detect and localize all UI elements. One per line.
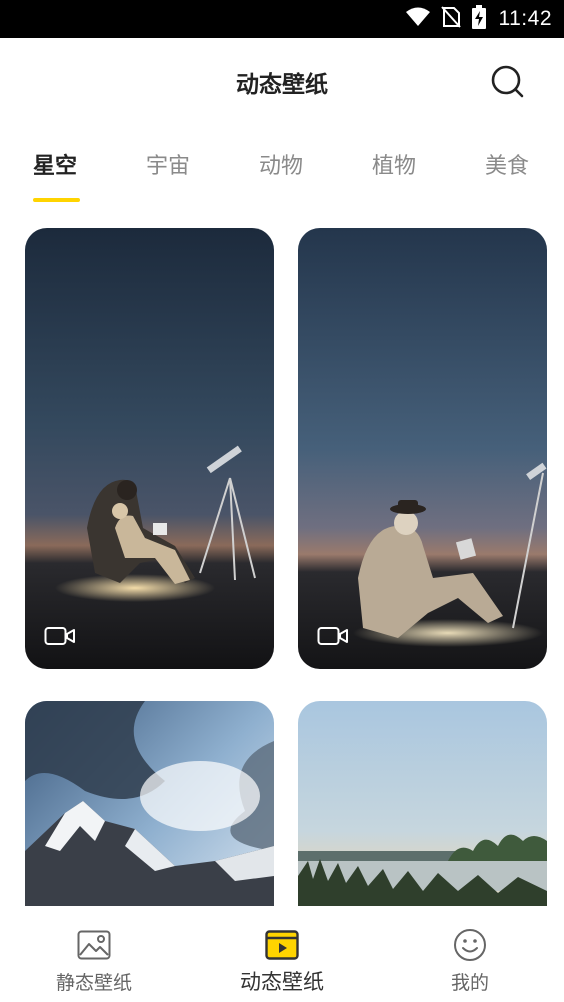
image-icon: [77, 930, 111, 960]
status-bar: 11:42: [0, 0, 564, 38]
tab-plants[interactable]: 植物: [372, 148, 416, 180]
tab-animals[interactable]: 动物: [259, 148, 303, 180]
no-sim-icon: [440, 6, 461, 32]
tab-universe[interactable]: 宇宙: [146, 148, 190, 180]
page-title: 动态壁纸: [236, 72, 328, 98]
wallpaper-thumbnail: [298, 701, 547, 906]
wallpaper-card[interactable]: [298, 701, 547, 906]
nav-label: 我的: [450, 972, 489, 994]
status-icons: 11:42: [405, 0, 553, 38]
wallpaper-thumbnail: [25, 701, 274, 906]
nav-mine[interactable]: 我的: [376, 906, 564, 1002]
bottom-nav: 静态壁纸 动态壁纸 我的: [0, 906, 564, 1002]
nav-live-wallpaper[interactable]: 动态壁纸: [188, 906, 376, 1002]
wallpaper-grid: [0, 228, 564, 906]
wallpaper-card[interactable]: [25, 228, 274, 669]
video-wallpaper-icon: [265, 930, 299, 960]
status-time: 11:42: [498, 7, 552, 30]
wifi-icon: [405, 7, 431, 31]
wallpaper-card[interactable]: [298, 228, 547, 669]
wallpaper-thumbnail: [298, 228, 547, 669]
video-camera-icon: [44, 627, 75, 645]
nav-label: 静态壁纸: [55, 972, 132, 994]
battery-charging-icon: [471, 5, 487, 33]
tab-food[interactable]: 美食: [485, 148, 529, 180]
smiley-icon: [454, 929, 486, 961]
category-tabs: 星空 宇宙 动物 植物 美食: [0, 138, 564, 208]
video-camera-icon: [317, 627, 348, 645]
search-button[interactable]: [488, 62, 528, 102]
nav-label: 动态壁纸: [240, 970, 324, 994]
search-icon: [491, 65, 524, 98]
active-tab-indicator: [33, 198, 80, 202]
tab-starry-sky[interactable]: 星空: [33, 148, 77, 180]
wallpaper-card[interactable]: [25, 701, 274, 906]
app-header: 动态壁纸: [0, 38, 564, 128]
nav-static-wallpaper[interactable]: 静态壁纸: [0, 906, 188, 1002]
wallpaper-thumbnail: [25, 228, 274, 669]
